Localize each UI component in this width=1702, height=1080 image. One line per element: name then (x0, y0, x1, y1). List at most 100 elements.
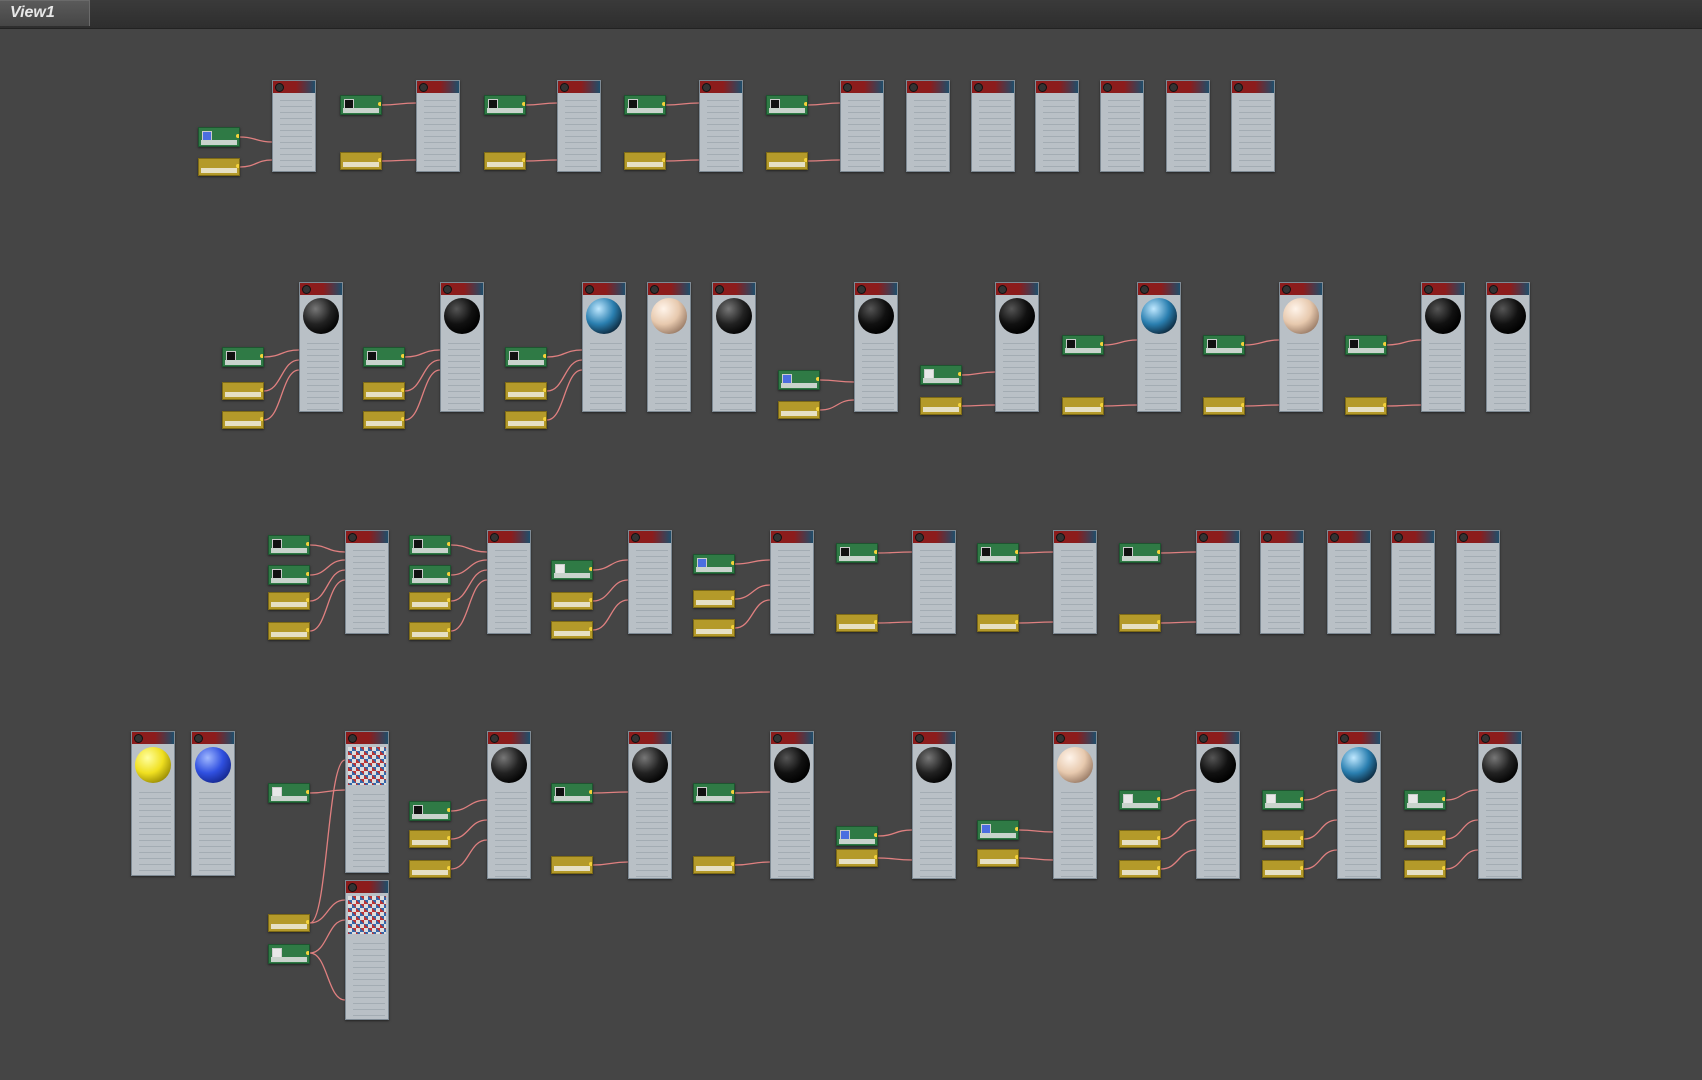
material-node[interactable] (131, 731, 175, 876)
material-node[interactable] (191, 731, 235, 876)
material-input-slot[interactable] (353, 623, 385, 629)
controller-value-field[interactable] (1206, 407, 1242, 412)
material-input-slot[interactable] (1204, 871, 1236, 877)
material-node[interactable] (1053, 530, 1097, 634)
output-socket-icon[interactable] (401, 388, 404, 392)
material-input-slot[interactable] (280, 161, 312, 167)
bitmap-map-node[interactable] (222, 347, 264, 367)
output-socket-icon[interactable] (874, 855, 877, 859)
output-socket-icon[interactable] (731, 596, 734, 600)
output-socket-icon[interactable] (236, 134, 239, 138)
material-node-header[interactable] (1479, 732, 1521, 744)
material-node-header[interactable] (346, 531, 388, 543)
output-socket-icon[interactable] (1015, 855, 1018, 859)
controller-value-field[interactable] (923, 407, 959, 412)
output-socket-icon[interactable] (662, 102, 665, 106)
material-node-header[interactable] (1054, 732, 1096, 744)
material-input-slot[interactable] (1287, 404, 1319, 410)
material-input-slot[interactable] (1174, 161, 1206, 167)
output-socket-icon[interactable] (662, 158, 665, 162)
output-socket-icon[interactable] (874, 550, 877, 554)
material-input-slot[interactable] (778, 871, 810, 877)
material-node[interactable] (416, 80, 460, 172)
material-input-slot[interactable] (1108, 161, 1140, 167)
controller-value-field[interactable] (696, 629, 732, 634)
output-socket-icon[interactable] (1015, 620, 1018, 624)
material-input-slot[interactable] (914, 161, 946, 167)
material-input-slot[interactable] (495, 871, 527, 877)
controller-node[interactable] (693, 856, 735, 874)
material-node-header[interactable] (996, 283, 1038, 295)
material-node[interactable] (906, 80, 950, 172)
material-node-header[interactable] (713, 283, 755, 295)
output-socket-icon[interactable] (543, 388, 546, 392)
output-socket-icon[interactable] (1100, 403, 1103, 407)
controller-node[interactable] (363, 411, 405, 429)
output-socket-icon[interactable] (543, 417, 546, 421)
output-socket-icon[interactable] (236, 164, 239, 168)
material-node[interactable] (1137, 282, 1181, 412)
bitmap-map-node[interactable] (1262, 790, 1304, 810)
controller-node[interactable] (551, 592, 593, 610)
material-node[interactable] (487, 731, 531, 879)
controller-value-field[interactable] (839, 624, 875, 629)
output-socket-icon[interactable] (804, 158, 807, 162)
material-node-header[interactable] (1328, 531, 1370, 543)
output-socket-icon[interactable] (522, 158, 525, 162)
output-socket-icon[interactable] (1015, 827, 1018, 831)
material-node[interactable] (1279, 282, 1323, 412)
controller-value-field[interactable] (343, 162, 379, 167)
material-node-header[interactable] (300, 283, 342, 295)
bitmap-map-node[interactable] (977, 543, 1019, 563)
output-socket-icon[interactable] (306, 598, 309, 602)
output-socket-icon[interactable] (1157, 620, 1160, 624)
material-input-slot[interactable] (1061, 871, 1093, 877)
material-node[interactable] (628, 731, 672, 879)
controller-value-field[interactable] (225, 421, 261, 426)
bitmap-map-node[interactable] (693, 783, 735, 803)
output-socket-icon[interactable] (1241, 342, 1244, 346)
output-socket-icon[interactable] (447, 628, 450, 632)
material-node[interactable] (840, 80, 884, 172)
material-node-header[interactable] (1457, 531, 1499, 543)
output-socket-icon[interactable] (1442, 866, 1445, 870)
material-input-slot[interactable] (1268, 623, 1300, 629)
output-socket-icon[interactable] (1157, 836, 1160, 840)
controller-value-field[interactable] (271, 632, 307, 637)
controller-value-field[interactable] (1122, 870, 1158, 875)
material-node-header[interactable] (192, 732, 234, 744)
controller-node[interactable] (1119, 830, 1161, 848)
material-input-slot[interactable] (1486, 871, 1518, 877)
controller-value-field[interactable] (1265, 840, 1301, 845)
bitmap-map-node[interactable] (198, 127, 240, 147)
material-node[interactable] (582, 282, 626, 412)
material-input-slot[interactable] (495, 623, 527, 629)
bitmap-map-node[interactable] (409, 801, 451, 821)
bitmap-map-node[interactable] (624, 95, 666, 115)
bitmap-map-node[interactable] (268, 565, 310, 585)
material-node[interactable] (272, 80, 316, 172)
material-node-header[interactable] (1036, 81, 1078, 93)
output-socket-icon[interactable] (378, 102, 381, 106)
output-socket-icon[interactable] (731, 625, 734, 629)
output-socket-icon[interactable] (731, 790, 734, 794)
material-input-slot[interactable] (778, 623, 810, 629)
material-node-header[interactable] (132, 732, 174, 744)
output-socket-icon[interactable] (1157, 550, 1160, 554)
material-node-header[interactable] (1487, 283, 1529, 295)
material-node[interactable] (854, 282, 898, 412)
controller-node[interactable] (1203, 397, 1245, 415)
output-socket-icon[interactable] (1300, 836, 1303, 840)
controller-value-field[interactable] (271, 924, 307, 929)
material-node-header[interactable] (629, 732, 671, 744)
output-socket-icon[interactable] (874, 833, 877, 837)
material-input-slot[interactable] (1003, 404, 1035, 410)
material-input-slot[interactable] (1429, 404, 1461, 410)
material-node[interactable] (1478, 731, 1522, 879)
controller-value-field[interactable] (696, 600, 732, 605)
controller-node[interactable] (222, 411, 264, 429)
output-socket-icon[interactable] (589, 790, 592, 794)
output-socket-icon[interactable] (1300, 866, 1303, 870)
output-socket-icon[interactable] (522, 102, 525, 106)
bitmap-map-node[interactable] (1203, 335, 1245, 355)
